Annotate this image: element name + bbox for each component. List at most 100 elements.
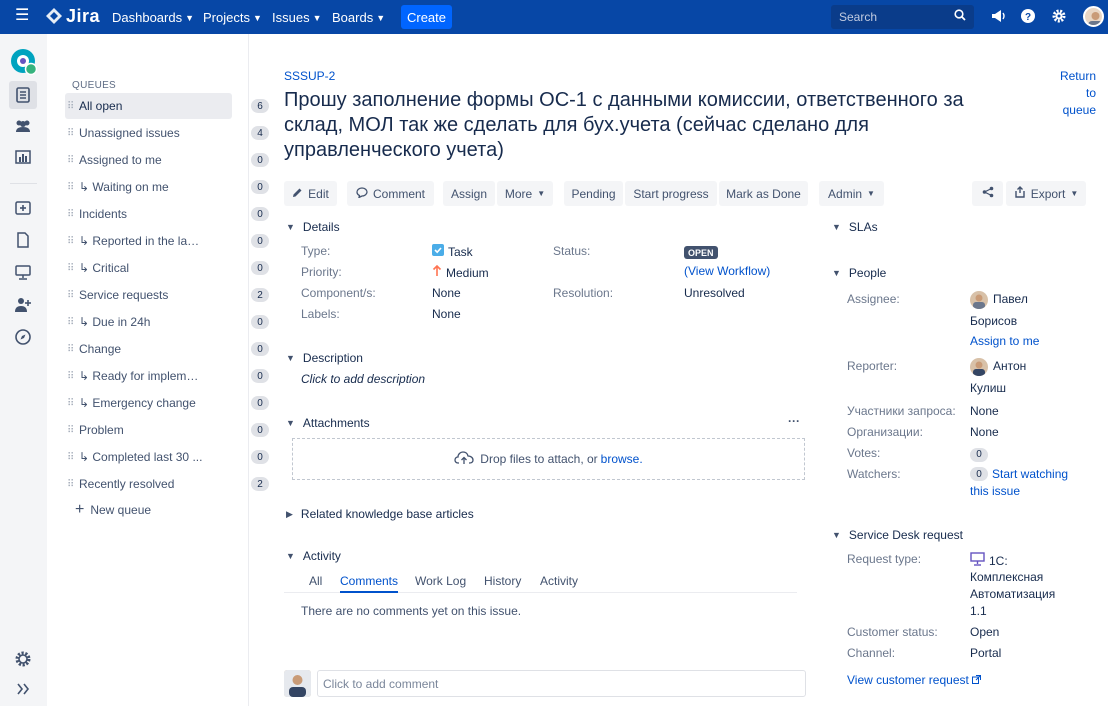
start-watching-link-cont[interactable]: this issue [970,484,1020,498]
assignee-first-name[interactable]: Павел [993,292,1028,306]
help-icon[interactable]: ? [1021,9,1035,25]
more-actions-icon[interactable]: ··· [788,414,800,428]
start-progress-button[interactable]: Start progress [625,181,717,206]
component-value[interactable]: None [432,286,461,300]
search-input[interactable]: Search [831,5,974,29]
project-avatar[interactable] [11,49,37,75]
tab-comments[interactable]: Comments [340,574,398,588]
assign-button[interactable]: Assign [443,181,495,206]
drag-handle-icon[interactable]: ⠿ [65,290,79,301]
drag-handle-icon[interactable]: ⠿ [65,371,79,382]
queue-item[interactable]: ⠿ ↳ Completed last 30 ... 0 [65,444,279,470]
return-to-queue-link[interactable]: Return to queue [1052,68,1096,119]
app-switcher-icon[interactable]: ☰ [15,8,29,24]
issue-title[interactable]: Прошу заполнение формы ОС-1 с данными ко… [284,88,1004,163]
tab-activity[interactable]: Activity [540,574,578,588]
reporter-first-name[interactable]: Антон [993,359,1026,373]
mark-as-done-button[interactable]: Mark as Done [719,181,808,206]
nav-boards[interactable]: Boards ▼ [332,10,385,25]
view-workflow-link[interactable]: (View Workflow) [684,264,770,278]
queue-item[interactable]: ⠿ Service requests 2 [65,282,279,308]
create-button[interactable]: Create [401,5,452,29]
jira-logo[interactable]: Jira [46,6,100,27]
compass-icon[interactable] [13,327,33,347]
add-person-icon[interactable] [13,295,33,315]
tab-history[interactable]: History [484,574,521,588]
export-button[interactable]: Export ▼ [1006,181,1086,206]
megaphone-icon[interactable] [991,9,1006,25]
drag-handle-icon[interactable]: ⠿ [65,263,79,274]
reporter-last-name[interactable]: Кулиш [970,381,1006,395]
attachment-dropzone[interactable]: Drop files to attach, or browse. [292,438,805,480]
people-section-toggle[interactable]: ▼ People [832,266,886,280]
votes-count[interactable]: 0 [970,446,988,462]
queue-item[interactable]: ⠿ ↳ Reported in the last... 0 [65,228,279,254]
drag-handle-icon[interactable]: ⠿ [65,236,79,247]
monitor-icon[interactable] [13,262,33,282]
user-avatar[interactable] [1083,6,1104,27]
labels-value[interactable]: None [432,307,461,321]
reports-icon[interactable] [13,147,33,167]
admin-button[interactable]: Admin ▼ [819,181,884,206]
service-desk-section-toggle[interactable]: ▼ Service Desk request [832,528,963,542]
drag-handle-icon[interactable]: ⠿ [65,425,79,436]
queue-item[interactable]: ⠿ Problem 0 [65,417,279,443]
queue-item[interactable]: ⠿ Recently resolved 2 [65,471,279,497]
assignee-last-name[interactable]: Борисов [970,314,1017,328]
request-type-value[interactable]: 1С: [970,552,1008,569]
queue-item[interactable]: ⠿ Change 0 [65,336,279,362]
nav-projects[interactable]: Projects ▼ [203,10,262,25]
drag-handle-icon[interactable]: ⠿ [65,344,79,355]
activity-section-toggle[interactable]: ▼ Activity [286,549,341,563]
start-watching-link[interactable]: Start watching [992,467,1068,481]
expand-sidebar-icon[interactable] [13,679,33,699]
queues-icon[interactable] [9,81,37,109]
description-field[interactable]: Click to add description [301,372,425,386]
queue-item[interactable]: ⠿ All open 6 [65,93,269,119]
comment-input[interactable]: Click to add comment [317,670,806,697]
comment-button[interactable]: Comment [347,181,434,206]
drag-handle-icon[interactable]: ⠿ [65,155,79,166]
gear-icon[interactable] [1052,9,1066,25]
page-icon[interactable] [13,230,33,250]
priority-value[interactable]: Medium [432,264,489,280]
nav-issues[interactable]: Issues ▼ [272,10,322,25]
drag-handle-icon[interactable]: ⠿ [65,182,79,193]
drag-handle-icon[interactable]: ⠿ [65,128,79,139]
organizations-value[interactable]: None [970,425,999,439]
issue-key-link[interactable]: SSSUP-2 [284,69,335,83]
drag-handle-icon[interactable]: ⠿ [65,398,79,409]
description-section-toggle[interactable]: ▼ Description [286,351,363,365]
queue-item[interactable]: ⠿ ↳ Waiting on me 0 [65,174,279,200]
knowledge-section-toggle[interactable]: ▶ Related knowledge base articles [286,507,474,521]
queue-item[interactable]: ⠿ Assigned to me 0 [65,147,279,173]
edit-button[interactable]: Edit [284,181,337,206]
assign-to-me-link[interactable]: Assign to me [970,334,1039,348]
drag-handle-icon[interactable]: ⠿ [65,101,79,112]
attachments-section-toggle[interactable]: ▼ Attachments [286,416,370,430]
drag-handle-icon[interactable]: ⠿ [65,452,79,463]
add-item-icon[interactable] [13,198,33,218]
drag-handle-icon[interactable]: ⠿ [65,209,79,220]
queue-item[interactable]: ⠿ ↳ Emergency change 0 [65,390,279,416]
tab-all[interactable]: All [309,574,322,588]
participants-value[interactable]: None [970,404,999,418]
tab-work-log[interactable]: Work Log [415,574,466,588]
view-customer-request-link[interactable]: View customer request [847,673,981,687]
pending-button[interactable]: Pending [564,181,623,206]
drag-handle-icon[interactable]: ⠿ [65,317,79,328]
queue-item[interactable]: ⠿ ↳ Critical 0 [65,255,279,281]
queue-item[interactable]: ⠿ Unassigned issues 4 [65,120,279,146]
queue-item[interactable]: ⠿ Incidents 0 [65,201,279,227]
watchers-value[interactable]: 0 Start watching [970,467,1068,481]
queue-item[interactable]: ⠿ ↳ Ready for impleme... 0 [65,363,279,389]
queue-item[interactable]: ⠿ ↳ Due in 24h 0 [65,309,279,335]
share-button[interactable] [972,181,1003,206]
drag-handle-icon[interactable]: ⠿ [65,479,79,490]
details-section-toggle[interactable]: ▼ Details [286,220,340,234]
more-button[interactable]: More ▼ [497,181,553,206]
customers-icon[interactable] [13,116,33,136]
browse-link[interactable]: browse. [601,452,643,466]
nav-dashboards[interactable]: Dashboards ▼ [112,10,194,25]
new-queue-link[interactable]: + New queue [75,502,151,518]
